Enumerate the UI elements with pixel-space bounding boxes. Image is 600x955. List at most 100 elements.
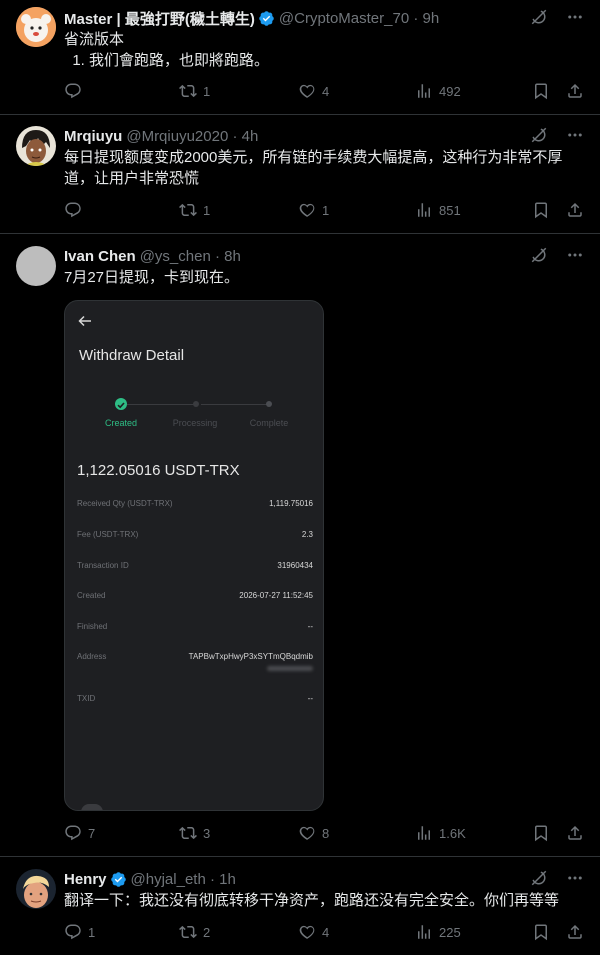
tweet-text-line: 道，让用户非常恐慌 — [64, 170, 200, 187]
avatar[interactable] — [16, 246, 56, 286]
like-button[interactable]: 8 — [298, 824, 329, 842]
views-count: 1.6K — [439, 825, 466, 841]
tweet-2[interactable]: Mrqiuyu @Mrqiuyu2020 · 4h 每日提现额度变成2000美元… — [0, 115, 600, 234]
repost-button[interactable]: 1 — [179, 201, 210, 219]
repost-count: 2 — [203, 924, 211, 940]
detail-key: Received Qty (USDT-TRX) — [77, 499, 173, 508]
tweet-text-line: 每日提现额度变成2000美元，所有链的手续费大幅提高，这种行为非常不厚 — [64, 149, 563, 166]
author-handle[interactable]: @ys_chen · 8h — [140, 248, 241, 265]
detail-key: Created — [77, 591, 106, 600]
avatar-portrait-icon — [16, 126, 56, 166]
tweet-1[interactable]: Master | 最強打野(穢土轉生) @CryptoMaster_70 · 9… — [0, 0, 600, 115]
like-icon — [298, 923, 316, 941]
detail-value: 2.3 — [301, 530, 313, 539]
reply-count: 7 — [88, 825, 96, 841]
redacted-text — [267, 666, 313, 671]
repost-icon — [179, 201, 197, 219]
more-icon[interactable] — [566, 246, 584, 264]
more-icon[interactable] — [566, 126, 584, 144]
like-icon — [298, 82, 316, 100]
tweet-header: Henry @hyjal_eth · 1h — [64, 869, 584, 889]
reply-button[interactable]: 7 — [64, 824, 95, 842]
like-button[interactable]: 1 — [298, 201, 329, 219]
avatar-portrait-icon — [16, 869, 56, 909]
more-icon[interactable] — [566, 869, 584, 887]
reply-icon — [64, 201, 82, 219]
detail-key: Address — [77, 652, 107, 661]
more-icon[interactable] — [566, 8, 584, 26]
author-name[interactable]: Ivan Chen — [64, 248, 136, 265]
reply-button[interactable]: 1 — [64, 923, 95, 941]
detail-key: Finished — [77, 622, 108, 631]
grok-icon[interactable] — [530, 8, 548, 26]
author-name[interactable]: Henry — [64, 871, 107, 888]
bookmark-icon[interactable] — [532, 201, 550, 219]
detail-value: 2026-07-27 11:52:45 — [239, 591, 313, 600]
detail-row: Address TAPBwTxpHwyP3xSYTmQBqdmib — [77, 652, 313, 671]
like-button[interactable]: 4 — [298, 82, 329, 100]
views-button[interactable]: 1.6K — [415, 824, 466, 842]
share-icon[interactable] — [566, 824, 584, 842]
repost-icon — [179, 824, 197, 842]
avatar[interactable] — [16, 869, 56, 909]
bookmark-icon[interactable] — [532, 923, 550, 941]
reply-button[interactable] — [64, 82, 88, 100]
views-button[interactable]: 492 — [415, 82, 461, 100]
tweet-actions: 1 2 4 225 — [64, 923, 584, 943]
views-count: 851 — [439, 202, 461, 218]
verified-badge-icon — [110, 871, 127, 888]
views-button[interactable]: 851 — [415, 201, 461, 219]
tweet-media-image[interactable]: Withdraw Detail Created Processing Compl… — [64, 300, 324, 811]
share-icon[interactable] — [566, 923, 584, 941]
step-created-dot — [115, 398, 127, 410]
tweet-header: Ivan Chen @ys_chen · 8h — [64, 246, 584, 266]
views-icon — [415, 82, 433, 100]
tweet-4[interactable]: Henry @hyjal_eth · 1h 翻译一下：我还没有彻底转移干净资产，… — [0, 857, 600, 955]
like-count: 4 — [322, 83, 330, 99]
like-button[interactable]: 4 — [298, 923, 329, 941]
share-icon[interactable] — [566, 201, 584, 219]
detail-row: Created 2026-07-27 11:52:45 — [77, 591, 313, 600]
author-handle[interactable]: @hyjal_eth · 1h — [131, 871, 236, 888]
tweet-text-line: 翻译一下：我还没有彻底转移干净资产，跑路还没有完全安全。你们再等等 — [64, 892, 560, 909]
tweet-text: 翻译一下：我还没有彻底转移干净资产，跑路还没有完全安全。你们再等等 — [64, 890, 580, 911]
grok-icon[interactable] — [530, 126, 548, 144]
author-handle[interactable]: @Mrqiuyu2020 · 4h — [126, 128, 258, 145]
avatar[interactable] — [16, 7, 56, 47]
author-name[interactable]: Mrqiuyu — [64, 128, 122, 145]
like-count: 4 — [322, 924, 330, 940]
tweet-actions: 7 3 8 1.6K — [64, 824, 584, 844]
withdraw-amount: 1,122.05016 USDT-TRX — [77, 462, 240, 479]
step-label: Complete — [249, 418, 289, 428]
bookmark-icon[interactable] — [532, 824, 550, 842]
views-icon — [415, 824, 433, 842]
detail-key: TXID — [77, 694, 96, 703]
grok-icon[interactable] — [530, 246, 548, 264]
grok-icon[interactable] — [530, 869, 548, 887]
like-icon — [298, 201, 316, 219]
tweet-text-line: 7月27日提现，卡到现在。 — [64, 269, 240, 286]
bookmark-icon[interactable] — [532, 82, 550, 100]
verified-badge-icon — [258, 10, 275, 27]
detail-key: Fee (USDT-TRX) — [77, 530, 139, 539]
author-name[interactable]: Master | 最強打野(穢土轉生) — [64, 8, 255, 29]
like-count: 8 — [322, 825, 330, 841]
views-count: 225 — [439, 924, 461, 940]
detail-row: Received Qty (USDT-TRX) 1,119.75016 — [77, 499, 313, 508]
step-label: Created — [104, 418, 138, 428]
views-button[interactable]: 225 — [415, 923, 461, 941]
reply-icon — [64, 923, 82, 941]
share-icon[interactable] — [566, 82, 584, 100]
withdraw-title: Withdraw Detail — [79, 347, 185, 364]
reply-button[interactable] — [64, 201, 88, 219]
repost-button[interactable]: 3 — [179, 824, 210, 842]
avatar[interactable] — [16, 126, 56, 166]
detail-value-block: TAPBwTxpHwyP3xSYTmQBqdmib — [189, 652, 313, 671]
detail-row: TXID -- — [77, 694, 313, 703]
repost-button[interactable]: 2 — [179, 923, 210, 941]
step-processing-dot — [193, 401, 199, 407]
repost-button[interactable]: 1 — [179, 82, 210, 100]
detail-value: 1,119.75016 — [269, 499, 313, 508]
reply-icon — [64, 82, 82, 100]
author-handle[interactable]: @CryptoMaster_70 · 9h — [279, 10, 439, 27]
